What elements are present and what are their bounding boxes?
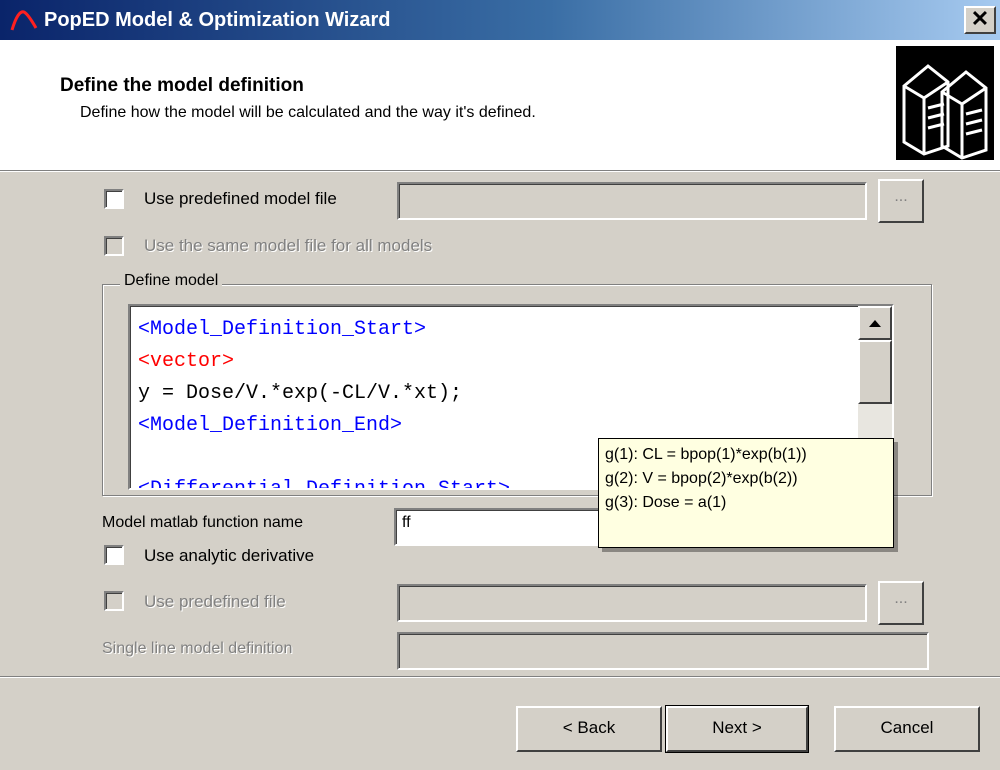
single-line-input[interactable] <box>397 632 929 670</box>
analytic-derivative-checkbox[interactable] <box>104 545 124 565</box>
tooltip-line: g(3): Dose = a(1) <box>605 494 727 511</box>
analytic-derivative-label: Use analytic derivative <box>144 546 315 565</box>
parameter-tooltip: g(1): CL = bpop(1)*exp(b(1)) g(2): V = b… <box>598 438 894 548</box>
use-predefined-model-file-label: Use predefined model file <box>144 189 337 208</box>
scrollbar-thumb[interactable] <box>858 340 892 404</box>
code-line: y = Dose/V.*exp(-CL/V.*xt); <box>138 382 463 405</box>
code-line: <vector> <box>138 350 235 373</box>
header-separator <box>0 170 1000 172</box>
browse-predefined-file-button[interactable]: ... <box>878 581 924 625</box>
use-predefined-file-label: Use predefined file <box>144 592 286 611</box>
page-title: Define the model definition <box>60 75 304 96</box>
arrow-up-icon <box>869 320 881 327</box>
use-predefined-model-file-checkbox[interactable] <box>104 189 124 209</box>
define-model-group-label: Define model <box>120 272 223 290</box>
scroll-up-button[interactable] <box>858 306 892 340</box>
predefined-model-file-input[interactable] <box>397 182 867 220</box>
page-subtitle: Define how the model will be calculated … <box>80 104 536 121</box>
footer-separator <box>0 676 1000 678</box>
tooltip-line: g(1): CL = bpop(1)*exp(b(1)) <box>605 446 807 463</box>
function-name-input[interactable]: ff <box>394 508 604 546</box>
use-predefined-file-checkbox[interactable] <box>104 591 124 611</box>
close-button[interactable]: ✕ <box>964 6 996 34</box>
window-title: PopED Model & Optimization Wizard <box>44 9 391 31</box>
next-button[interactable]: Next > <box>665 705 809 753</box>
single-line-label: Single line model definition <box>102 640 293 657</box>
cancel-button[interactable]: Cancel <box>834 706 980 752</box>
servers-icon <box>896 46 994 160</box>
predefined-file-input[interactable] <box>397 584 867 622</box>
tooltip-line: g(2): V = bpop(2)*exp(b(2)) <box>605 470 798 487</box>
back-button[interactable]: < Back <box>516 706 662 752</box>
poped-logo-icon <box>10 10 38 31</box>
same-model-file-label: Use the same model file for all models <box>144 236 433 255</box>
same-model-file-checkbox[interactable] <box>104 236 124 256</box>
code-line: <Model_Definition_Start> <box>138 318 427 341</box>
function-name-label: Model matlab function name <box>102 514 303 531</box>
browse-model-file-button[interactable]: ... <box>878 179 924 223</box>
